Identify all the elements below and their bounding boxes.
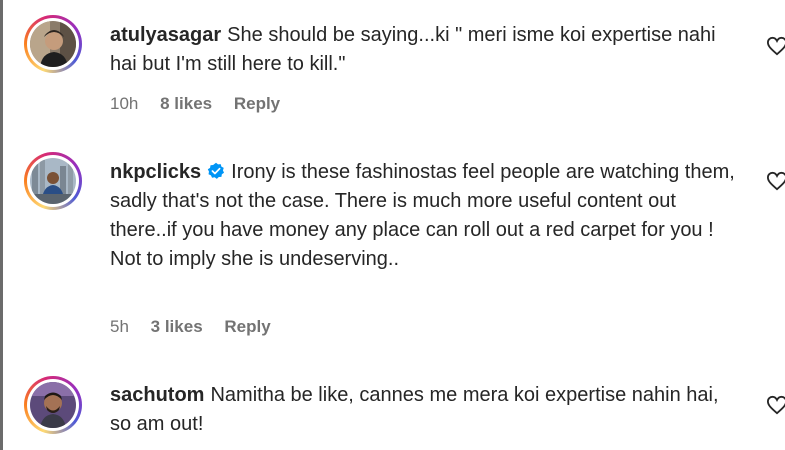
reply-button[interactable]: Reply [224,317,270,336]
avatar[interactable] [24,376,82,434]
comment-time[interactable]: 10h [110,94,138,113]
comment-likes[interactable]: 3 likes [151,317,203,336]
heart-outline-icon[interactable] [766,395,785,415]
comment-likes[interactable]: 8 likes [160,94,212,113]
comment-text-block: sachutom Namitha be like, cannes me mera … [110,381,740,439]
comment-meta: 5h 3 likes Reply [110,317,288,337]
reply-button[interactable]: Reply [234,94,280,113]
comment-text-block: nkpclicks Irony is these fashinostas fee… [110,158,740,274]
heart-outline-icon[interactable] [766,171,785,191]
comment-meta: 10h 8 likes Reply [110,94,297,114]
avatar-image [30,21,76,67]
comment-username[interactable]: nkpclicks [110,161,201,183]
verified-badge-icon [207,162,225,179]
comment-time[interactable]: 5h [110,317,129,336]
comment-username[interactable]: atulyasagar [110,24,221,46]
comment-body: Irony is these fashinostas feel people a… [110,161,735,270]
avatar[interactable] [24,15,82,73]
heart-outline-icon[interactable] [766,36,785,56]
avatar-image [30,382,76,428]
comment-text-block: atulyasagar She should be saying...ki " m… [110,21,740,79]
comment-username[interactable]: sachutom [110,384,204,406]
avatar-image [30,158,76,204]
avatar[interactable] [24,152,82,210]
window-edge [0,0,3,450]
